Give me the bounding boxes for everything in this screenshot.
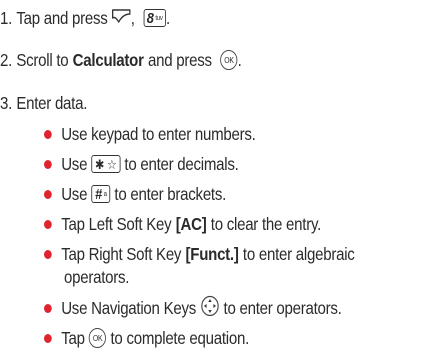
step-2-bold-calculator: Calculator — [72, 49, 144, 70]
bullet-6-text-pre: Use Navigation Keys — [61, 297, 197, 318]
bullet-1-text: Use keypad to enter numbers. — [61, 123, 256, 144]
bullet-7-text-pre: Tap — [61, 327, 85, 348]
bullet-5-text-cont: operators. — [64, 266, 130, 287]
bullet-4-text-post: to clear the entry. — [210, 213, 322, 234]
bullet-7: Tap OK to complete equation. — [44, 324, 249, 352]
ok-key-icon: OK — [220, 50, 238, 70]
bullet-dot — [44, 129, 52, 139]
bullet-2: Use ✱ ☆ to enter decimals. — [44, 150, 239, 178]
bullet-5-text-post: to enter algebraic — [242, 243, 355, 264]
bullet-2-text-pre: Use — [61, 153, 88, 174]
step-3: 3. Enter data. — [0, 89, 87, 117]
bullet-6: Use Navigation Keys to enter operators. — [44, 294, 342, 322]
eight-key-icon: 8 tuv — [143, 9, 167, 27]
step-3-text: Enter data. — [16, 92, 88, 113]
bullet-dot — [44, 159, 52, 169]
navigation-keys-icon — [200, 295, 219, 322]
bullet-1: Use keypad to enter numbers. — [44, 120, 256, 148]
bullet-dot — [44, 219, 52, 229]
step-2-period: . — [237, 49, 242, 70]
step-2-text-mid: and press — [148, 49, 212, 70]
step-3-number: 3. — [0, 92, 13, 113]
step-1-period: . — [166, 7, 170, 28]
menu-soft-key-icon — [112, 8, 131, 29]
step-1-number: 1. — [0, 7, 13, 28]
bullet-dot — [44, 333, 52, 343]
bullet-3: Use # a to enter brackets. — [44, 180, 226, 208]
step-2-number: 2. — [0, 49, 13, 70]
step-2: 2. Scroll to Calculator and press OK . — [0, 46, 242, 74]
bullet-3-text-pre: Use — [61, 183, 88, 204]
bullet-4-bold-ac: [AC] — [175, 213, 207, 234]
bullet-dot — [44, 189, 52, 199]
step-1-text: Tap and press — [16, 7, 108, 28]
bullet-4-text-pre: Tap Left Soft Key — [61, 213, 172, 234]
bullet-2-text-post: to enter decimals. — [124, 153, 239, 174]
bullet-6-text-post: to enter operators. — [223, 297, 342, 318]
bullet-4: Tap Left Soft Key [AC] to clear the entr… — [44, 210, 321, 238]
bullet-5-text-pre: Tap Right Soft Key — [61, 243, 182, 264]
bullet-dot — [44, 303, 52, 313]
bullet-3-text-post: to enter brackets. — [114, 183, 227, 204]
star-key-icon: ✱ ☆ — [91, 155, 121, 173]
step-1: 1. Tap and press , 8 tuv . — [0, 4, 170, 32]
bullet-5-bold-funct: [Funct.] — [185, 243, 239, 264]
ok-key-icon: OK — [89, 328, 107, 348]
bullet-7-text-post: to complete equation. — [110, 327, 250, 348]
instruction-page: 1. Tap and press , 8 tuv . 2. Scroll to C… — [0, 0, 427, 359]
step-1-comma: , — [130, 7, 135, 28]
bullet-dot — [44, 249, 52, 259]
hash-key-icon: # a — [91, 185, 111, 203]
step-2-text-pre: Scroll to — [16, 49, 69, 70]
bullet-5-continuation: operators. — [64, 263, 129, 291]
